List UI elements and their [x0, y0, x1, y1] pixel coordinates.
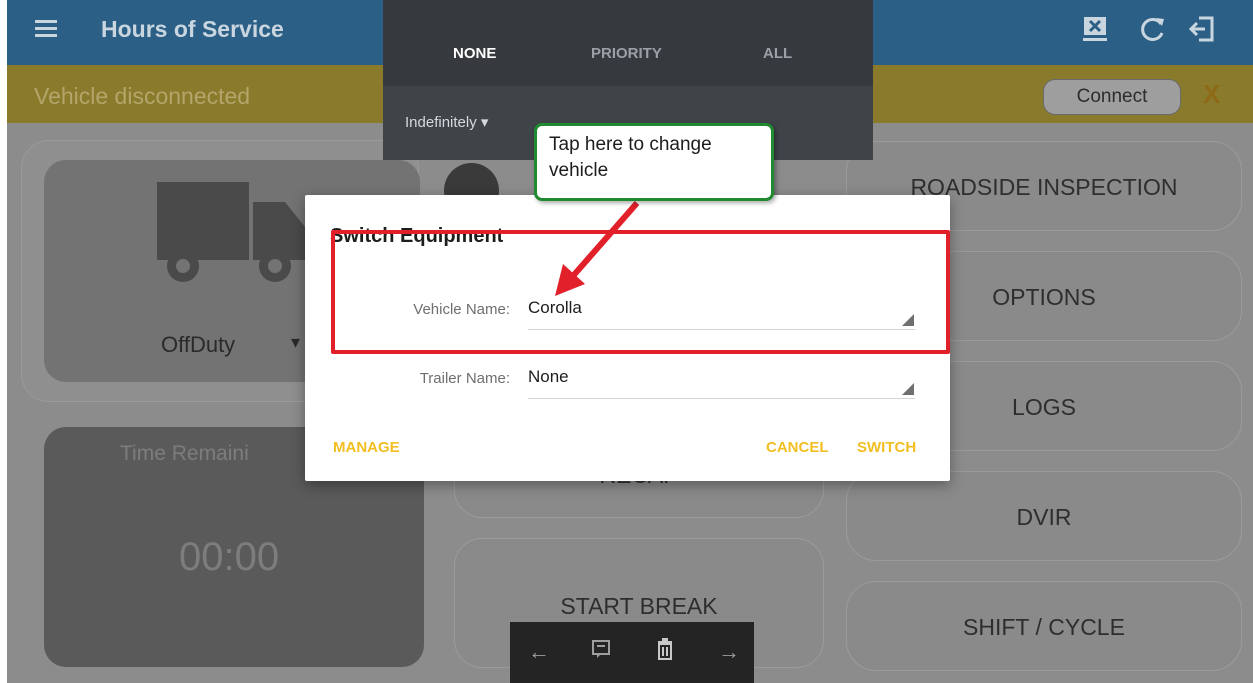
banner-text: Vehicle disconnected: [34, 83, 251, 109]
screenshot-nav-bar: ← →: [510, 622, 754, 683]
menu-item-label: LOGS: [1012, 394, 1076, 420]
truck-icon: [157, 182, 309, 282]
manage-button[interactable]: MANAGE: [333, 439, 400, 456]
shift-cycle-button[interactable]: SHIFT / CYCLE: [846, 581, 1242, 671]
menu-icon[interactable]: [35, 20, 57, 38]
trailer-name-underline: [528, 398, 915, 399]
cancel-button[interactable]: CANCEL: [766, 439, 829, 456]
duty-status-dropdown-icon[interactable]: ▾: [291, 332, 300, 353]
trailer-name-label: Trailer Name:: [419, 370, 510, 387]
menu-item-label: ROADSIDE INSPECTION: [910, 174, 1178, 200]
disconnect-device-icon[interactable]: [1078, 14, 1112, 48]
tab-all[interactable]: ALL: [763, 45, 792, 62]
tablet-screen: Hours of Service Vehicle disconnected Co…: [7, 0, 1253, 683]
duty-status-value[interactable]: OffDuty: [161, 332, 235, 358]
tab-priority[interactable]: PRIORITY: [591, 45, 662, 62]
start-break-label: START BREAK: [560, 593, 718, 619]
arrow-left-icon[interactable]: ←: [525, 638, 553, 666]
trailer-name-value[interactable]: None: [528, 367, 569, 387]
banner-close-button[interactable]: X: [1203, 79, 1220, 110]
time-remaining-label: Time Remaini: [120, 442, 249, 465]
refresh-icon[interactable]: [1136, 14, 1170, 48]
annotation-callout: Tap here to change vehicle: [534, 123, 774, 201]
logout-icon[interactable]: [1185, 14, 1219, 48]
arrow-right-icon[interactable]: →: [715, 638, 743, 666]
menu-item-label: OPTIONS: [992, 284, 1096, 310]
menu-item-label: DVIR: [1016, 504, 1072, 530]
app-title: Hours of Service: [101, 16, 284, 42]
dvir-button[interactable]: DVIR: [846, 471, 1242, 561]
notification-filter-bar: NONE PRIORITY ALL: [383, 0, 873, 86]
duration-dropdown[interactable]: Indefinitely ▾: [405, 113, 488, 131]
connect-button[interactable]: Connect: [1043, 79, 1181, 115]
trash-icon[interactable]: [651, 638, 679, 666]
comment-icon[interactable]: [587, 638, 615, 666]
chevron-down-icon: ▾: [480, 114, 489, 131]
tab-none[interactable]: NONE: [453, 45, 496, 62]
trailer-dropdown-icon[interactable]: [902, 383, 914, 395]
duration-label: Indefinitely: [405, 114, 477, 131]
menu-item-label: SHIFT / CYCLE: [963, 614, 1125, 640]
vehicle-highlight-box: [331, 230, 950, 354]
time-remaining-value: 00:00: [179, 535, 280, 579]
switch-button[interactable]: SWITCH: [857, 439, 916, 456]
